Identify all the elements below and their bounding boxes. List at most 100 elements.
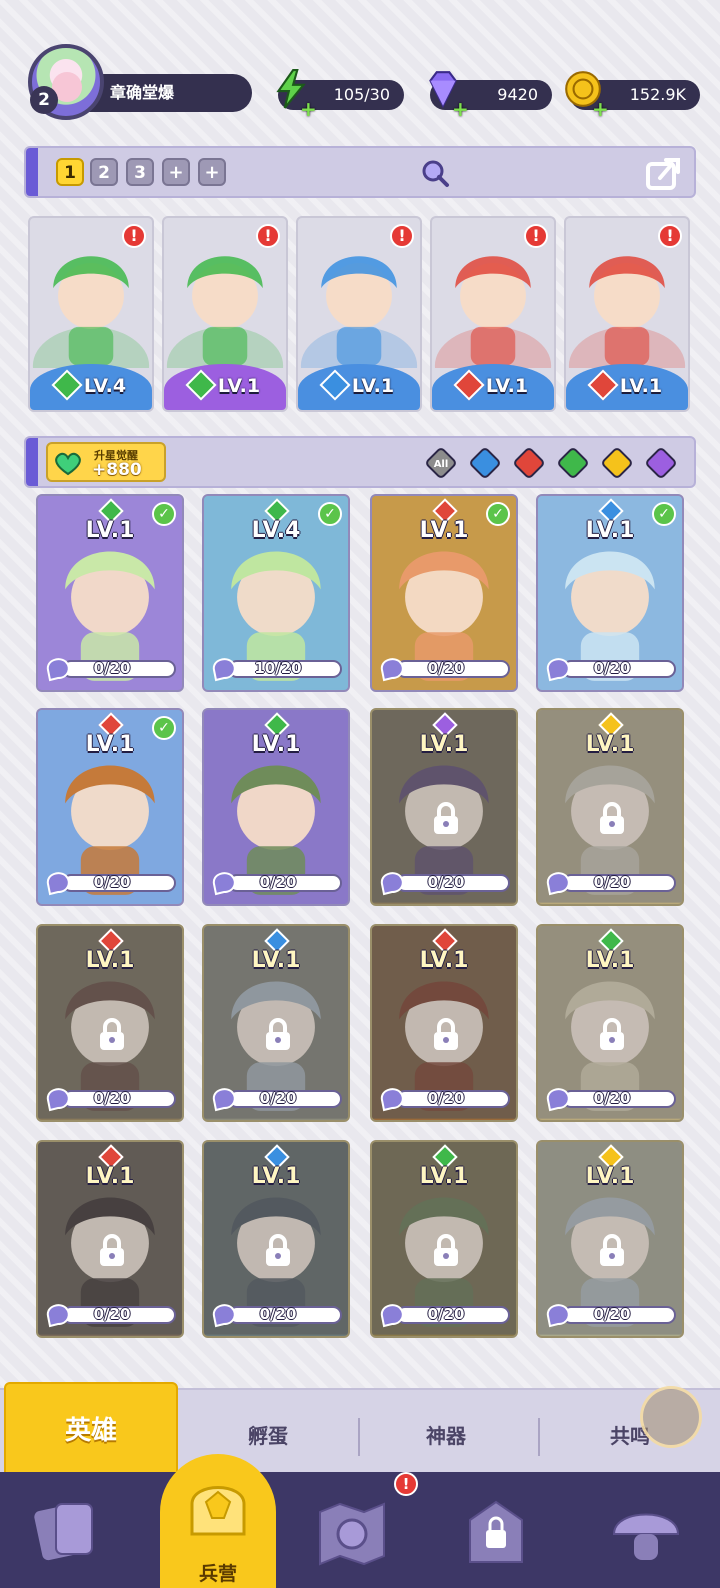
shard-icon bbox=[546, 872, 570, 896]
hero-card[interactable]: LV.1 ✓ 0/20 bbox=[370, 494, 518, 692]
fire-element-icon bbox=[453, 369, 485, 401]
alert-badge: ! bbox=[390, 224, 414, 248]
team-hero-level: LV.1 bbox=[351, 375, 395, 397]
top-bar: 2 章确堂爆 + 105/30 + 9420 + 152.9K bbox=[0, 40, 720, 121]
team-tab-3[interactable]: 3 bbox=[126, 158, 154, 186]
shard-count: 0/20 bbox=[259, 1089, 297, 1107]
hero-level: LV.1 bbox=[85, 948, 135, 973]
shard-count: 0/20 bbox=[427, 1305, 465, 1323]
hero-card[interactable]: LV.1 0/20 bbox=[370, 1140, 518, 1338]
hero-card[interactable]: LV.1 0/20 bbox=[370, 924, 518, 1122]
energy-resource[interactable]: + 105/30 bbox=[276, 69, 404, 121]
hero-card[interactable]: LV.1 0/20 bbox=[536, 708, 684, 906]
gold-resource[interactable]: + 152.9K bbox=[565, 71, 700, 121]
alert-badge: ! bbox=[122, 224, 146, 248]
tab-divider bbox=[358, 1418, 360, 1456]
team-hero-card[interactable]: ! LV.1 bbox=[430, 216, 556, 412]
team-hero-card[interactable]: ! LV.1 bbox=[564, 216, 690, 412]
hero-card[interactable]: LV.1 0/20 bbox=[36, 924, 184, 1122]
hero-card[interactable]: LV.1 ✓ 0/20 bbox=[36, 708, 184, 906]
gems-add-icon[interactable]: + bbox=[452, 94, 469, 124]
filter-dark-icon[interactable] bbox=[644, 446, 678, 480]
shard-count: 0/20 bbox=[427, 873, 465, 891]
lock-icon bbox=[266, 1018, 290, 1050]
gold-add-icon[interactable]: + bbox=[592, 94, 609, 124]
hero-card[interactable]: LV.1 0/20 bbox=[202, 1140, 350, 1338]
lock-icon bbox=[434, 1234, 458, 1266]
team-add-button[interactable]: + bbox=[162, 158, 190, 186]
shard-progress: 0/20 bbox=[544, 1088, 678, 1112]
shard-count: 0/20 bbox=[93, 1305, 131, 1323]
energy-add-icon[interactable]: + bbox=[300, 94, 317, 124]
shard-progress: 0/20 bbox=[210, 1088, 344, 1112]
filter-all-icon[interactable]: All bbox=[424, 446, 458, 480]
locked-shop-icon[interactable] bbox=[454, 1490, 538, 1574]
lock-icon bbox=[600, 802, 624, 834]
nav-barracks[interactable]: 兵营 bbox=[160, 1454, 276, 1588]
filter-wind-icon[interactable] bbox=[556, 446, 590, 480]
hero-card[interactable]: LV.1 ✓ 0/20 bbox=[536, 494, 684, 692]
hero-card[interactable]: LV.1 0/20 bbox=[536, 1140, 684, 1338]
shard-progress: 0/20 bbox=[378, 658, 512, 682]
filter-all-label: All bbox=[434, 459, 449, 470]
alert-badge: ! bbox=[524, 224, 548, 248]
shard-progress: 10/20 bbox=[210, 658, 344, 682]
tab-hatch[interactable]: 孵蛋 bbox=[248, 1420, 288, 1449]
lock-icon bbox=[100, 1018, 124, 1050]
filter-light-icon[interactable] bbox=[600, 446, 634, 480]
hero-level: LV.1 bbox=[419, 948, 469, 973]
player-name[interactable]: 章确堂爆 bbox=[80, 74, 252, 112]
share-icon[interactable] bbox=[642, 150, 686, 194]
shard-icon bbox=[380, 872, 404, 896]
team-tab-2[interactable]: 2 bbox=[90, 158, 118, 186]
map-icon[interactable] bbox=[310, 1490, 394, 1574]
team-add-button[interactable]: + bbox=[198, 158, 226, 186]
player-level-badge: 2 bbox=[30, 86, 58, 114]
lock-icon bbox=[600, 1018, 624, 1050]
shard-progress: 0/20 bbox=[544, 872, 678, 896]
hero-level: LV.1 bbox=[585, 1164, 635, 1189]
shard-progress: 0/20 bbox=[210, 1304, 344, 1328]
team-tab-1[interactable]: 1 bbox=[56, 158, 84, 186]
shard-count: 0/20 bbox=[593, 873, 631, 891]
hero-card[interactable]: LV.1 0/20 bbox=[202, 708, 350, 906]
check-icon: ✓ bbox=[652, 502, 676, 526]
hero-card[interactable]: LV.1 0/20 bbox=[536, 924, 684, 1122]
gems-value: 9420 bbox=[497, 85, 538, 104]
shard-progress: 0/20 bbox=[378, 1304, 512, 1328]
team-hero-level: LV.1 bbox=[619, 375, 663, 397]
hero-card[interactable]: LV.1 ✓ 0/20 bbox=[36, 494, 184, 692]
cards-icon[interactable] bbox=[24, 1490, 108, 1574]
shard-progress: 0/20 bbox=[378, 872, 512, 896]
shard-progress: 0/20 bbox=[44, 658, 178, 682]
barracks-icon bbox=[190, 1486, 246, 1536]
hero-card[interactable]: LV.1 0/20 bbox=[36, 1140, 184, 1338]
shard-icon bbox=[46, 658, 70, 682]
floating-action-button[interactable] bbox=[640, 1386, 702, 1448]
heart-icon bbox=[55, 452, 81, 476]
hero-level: LV.1 bbox=[585, 732, 635, 757]
shard-progress: 0/20 bbox=[378, 1088, 512, 1112]
hero-card[interactable]: LV.1 0/20 bbox=[202, 924, 350, 1122]
shard-count: 0/20 bbox=[93, 659, 131, 677]
team-hero-card[interactable]: ! LV.1 bbox=[162, 216, 288, 412]
check-icon: ✓ bbox=[486, 502, 510, 526]
shard-count: 0/20 bbox=[593, 1089, 631, 1107]
team-hero-card[interactable]: ! LV.4 bbox=[28, 216, 154, 412]
tab-heroes[interactable]: 英雄 bbox=[4, 1382, 178, 1474]
wind-element-icon bbox=[51, 369, 83, 401]
search-icon[interactable] bbox=[420, 158, 450, 188]
tab-artifact[interactable]: 神器 bbox=[426, 1420, 466, 1449]
filter-water-icon[interactable] bbox=[468, 446, 502, 480]
water-element-icon bbox=[319, 369, 351, 401]
hero-card[interactable]: LV.4 ✓ 10/20 bbox=[202, 494, 350, 692]
shard-icon bbox=[46, 1304, 70, 1328]
gems-resource[interactable]: + 9420 bbox=[429, 71, 552, 121]
hero-card[interactable]: LV.1 0/20 bbox=[370, 708, 518, 906]
awaken-bonus[interactable]: 升星觉醒 +880 bbox=[46, 442, 166, 482]
mushroom-icon[interactable] bbox=[604, 1490, 688, 1574]
team-hero-level-bar: LV.1 bbox=[298, 364, 420, 410]
filter-fire-icon[interactable] bbox=[512, 446, 546, 480]
team-hero-card[interactable]: ! LV.1 bbox=[296, 216, 422, 412]
team-hero-level-bar: LV.4 bbox=[30, 364, 152, 410]
